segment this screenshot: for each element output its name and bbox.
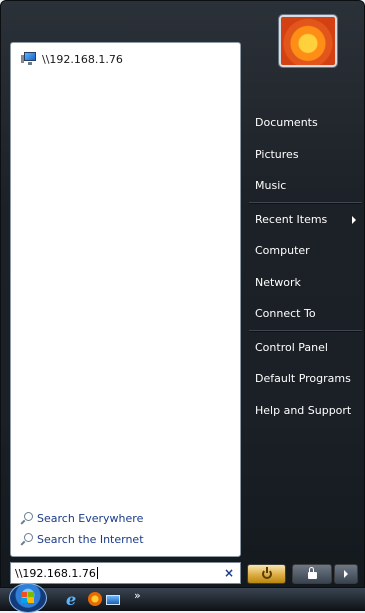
quick-launch-overflow-button[interactable]: » <box>134 589 141 605</box>
recent-program-item[interactable]: \\192.168.1.76 <box>21 49 123 69</box>
pictures-link[interactable]: Pictures <box>245 139 365 171</box>
search-everywhere-link[interactable]: Search Everywhere <box>20 508 144 529</box>
power-icon <box>261 567 272 579</box>
search-everywhere-label: Search Everywhere <box>37 512 144 525</box>
search-input-value: \\192.168.1.76 <box>15 566 96 580</box>
search-internet-link[interactable]: Search the Internet <box>20 529 144 550</box>
programs-pane: \\192.168.1.76 Search Everywhere Search … <box>10 42 241 557</box>
control-panel-link[interactable]: Control Panel <box>245 332 365 364</box>
computer-link[interactable]: Computer <box>245 235 365 267</box>
music-link[interactable]: Music <box>245 170 365 202</box>
connect-to-label: Connect To <box>255 307 316 321</box>
search-icon <box>20 512 33 525</box>
submenu-arrow-icon <box>352 215 356 224</box>
search-links: Search Everywhere Search the Internet <box>20 508 144 550</box>
firefox-icon[interactable] <box>88 592 102 606</box>
internet-explorer-icon[interactable]: e <box>66 592 82 608</box>
start-search-input[interactable]: \\192.168.1.76 × <box>10 562 241 584</box>
network-computer-icon <box>21 52 39 66</box>
recent-items-label: Recent Items <box>255 212 328 226</box>
start-menu: \\192.168.1.76 Search Everywhere Search … <box>0 0 365 588</box>
power-button[interactable] <box>247 564 286 584</box>
help-and-support-link[interactable]: Help and Support <box>245 395 365 427</box>
taskbar <box>0 588 365 611</box>
shutdown-options-button[interactable] <box>334 564 358 584</box>
recent-items-link[interactable]: Recent Items <box>245 204 365 236</box>
help-and-support-label: Help and Support <box>255 403 352 417</box>
user-picture[interactable] <box>279 15 337 67</box>
search-internet-label: Search the Internet <box>37 533 144 546</box>
default-programs-link[interactable]: Default Programs <box>245 363 365 395</box>
pictures-label: Pictures <box>255 147 299 161</box>
documents-label: Documents <box>255 116 318 130</box>
arrow-right-icon <box>344 570 348 578</box>
clear-search-icon[interactable]: × <box>224 566 234 580</box>
connect-to-link[interactable]: Connect To <box>245 298 365 330</box>
music-label: Music <box>255 179 287 193</box>
text-caret <box>96 567 98 579</box>
power-controls <box>247 564 362 584</box>
computer-label: Computer <box>255 244 310 258</box>
windows-logo-icon <box>21 592 35 604</box>
default-programs-label: Default Programs <box>255 372 351 386</box>
lock-button[interactable] <box>292 564 332 584</box>
recent-program-label: \\192.168.1.76 <box>42 52 123 66</box>
places-pane: Documents Pictures Music Recent Items Co… <box>245 107 365 426</box>
search-icon <box>20 533 33 546</box>
network-label: Network <box>255 275 301 289</box>
network-link[interactable]: Network <box>245 267 365 299</box>
documents-link[interactable]: Documents <box>245 107 365 139</box>
show-desktop-icon[interactable] <box>106 595 120 605</box>
control-panel-label: Control Panel <box>255 340 328 354</box>
lock-icon <box>307 567 317 579</box>
start-button[interactable] <box>9 583 47 613</box>
